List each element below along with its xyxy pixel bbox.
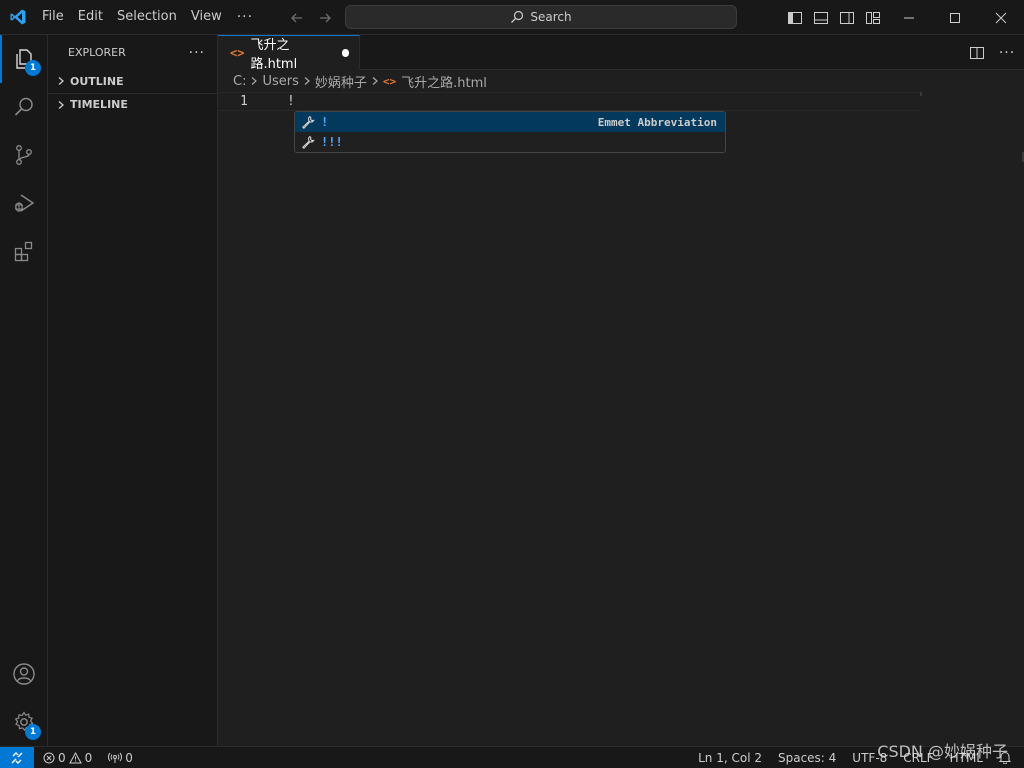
navigation-arrows [286,0,336,35]
indentation[interactable]: Spaces: 4 [773,747,841,768]
settings-gear-icon[interactable]: 1 [0,698,48,746]
accounts-icon[interactable] [0,650,48,698]
suggestion-label: ! [321,115,329,129]
toggle-secondary-sidebar-icon[interactable] [836,7,858,29]
explorer-icon[interactable]: 1 [0,35,48,83]
maximize-icon[interactable] [932,0,978,35]
problems-indicator[interactable]: 0 0 [38,747,97,768]
status-bar: 0 0 0 Ln 1, Col 2 Spaces: 4 UTF-8 CRLF H… [0,746,1024,768]
language-mode[interactable]: HTML [945,747,988,768]
unsaved-dot-icon[interactable] [341,49,349,57]
outline-label: OUTLINE [70,74,124,88]
breadcrumb-file[interactable]: 飞升之路.html [401,72,487,91]
explorer-header: EXPLORER ··· [48,35,217,70]
suggestion-detail: Emmet Abbreviation [597,115,717,129]
run-debug-icon[interactable] [0,179,48,227]
explorer-badge: 1 [25,60,41,76]
command-center-search[interactable]: Search [345,5,737,29]
tab-label: 飞升之路.html [250,38,298,72]
outline-section[interactable]: OUTLINE [48,70,217,92]
chevron-right-icon [249,76,259,86]
timeline-label: TIMELINE [70,98,128,111]
explorer-sidebar: EXPLORER ··· OUTLINE TIMELINE [48,35,218,746]
toggle-panel-icon[interactable] [810,7,832,29]
suggestion-item[interactable]: ! Emmet Abbreviation [295,112,725,132]
menu-bar: File Edit Selection View ··· [35,0,261,35]
source-control-icon[interactable] [0,131,48,179]
html-file-icon: <> [230,46,245,60]
timeline-section[interactable]: TIMELINE [48,93,217,115]
breadcrumb: C: Users 妙娲种子 <> 飞升之路.html [218,70,1024,92]
title-bar: File Edit Selection View ··· Search [0,0,1024,35]
chevron-right-icon [302,76,312,86]
current-line-highlight [218,92,920,111]
suggestion-label: !!! [321,135,343,149]
explorer-more-button[interactable]: ··· [189,45,205,61]
split-editor-icon[interactable] [966,42,988,64]
breadcrumb-users[interactable]: Users [262,74,298,89]
line-number: 1 [240,94,248,109]
notifications-bell-icon[interactable] [994,747,1016,768]
menu-selection[interactable]: Selection [110,5,184,29]
extensions-icon[interactable] [0,227,48,275]
wrench-icon [299,113,317,131]
editor-actions: ··· [966,35,1018,70]
menu-more-button[interactable]: ··· [229,9,261,25]
menu-view[interactable]: View [184,5,229,29]
forward-arrow-icon[interactable] [314,7,336,29]
cursor-position[interactable]: Ln 1, Col 2 [693,747,767,768]
customize-layout-icon[interactable] [862,7,884,29]
remote-indicator-icon[interactable] [0,746,34,768]
chevron-right-icon [370,76,380,86]
breadcrumb-user-folder[interactable]: 妙娲种子 [315,72,367,91]
ports-indicator[interactable]: 0 [103,747,138,768]
window-controls [886,0,1024,35]
error-count: 0 [58,750,66,765]
html-file-icon: <> [382,74,397,88]
ports-count: 0 [125,750,133,765]
warning-count: 0 [84,750,93,765]
layout-controls [784,0,884,35]
back-arrow-icon[interactable] [286,7,308,29]
code-line-text[interactable]: ! [287,93,295,111]
activity-bar: 1 1 [0,35,48,746]
search-label: Search [530,10,572,24]
encoding[interactable]: UTF-8 [847,747,892,768]
editor-area: <> 飞升之路.html ··· C: Users 妙娲种子 <> 飞升之路.h… [218,35,1024,746]
editor-more-button[interactable]: ··· [996,42,1018,64]
close-icon[interactable] [978,0,1024,35]
menu-file[interactable]: File [35,5,71,29]
tab-active-file[interactable]: <> 飞升之路.html [218,35,360,72]
error-icon [43,752,55,763]
toggle-primary-sidebar-icon[interactable] [784,7,806,29]
breadcrumb-drive[interactable]: C: [233,74,246,89]
broadcast-icon [108,752,123,763]
suggestion-item[interactable]: !!! [295,132,725,152]
vscode-logo-icon [0,0,35,35]
chevron-right-icon [54,94,68,116]
menu-edit[interactable]: Edit [71,5,110,29]
warning-icon [68,751,82,763]
minimize-icon[interactable] [886,0,932,35]
chevron-right-icon [54,70,68,92]
minimap-edge [920,92,922,96]
settings-badge: 1 [25,724,41,740]
search-icon [511,10,524,23]
suggest-widget: ! Emmet Abbreviation !!! [294,111,726,153]
explorer-title: EXPLORER [68,46,126,59]
wrench-icon [299,133,317,151]
line-ending[interactable]: CRLF [898,747,938,768]
status-right: Ln 1, Col 2 Spaces: 4 UTF-8 CRLF HTML [693,747,1024,768]
search-view-icon[interactable] [0,83,48,131]
editor-tabs: <> 飞升之路.html ··· [218,35,1024,72]
